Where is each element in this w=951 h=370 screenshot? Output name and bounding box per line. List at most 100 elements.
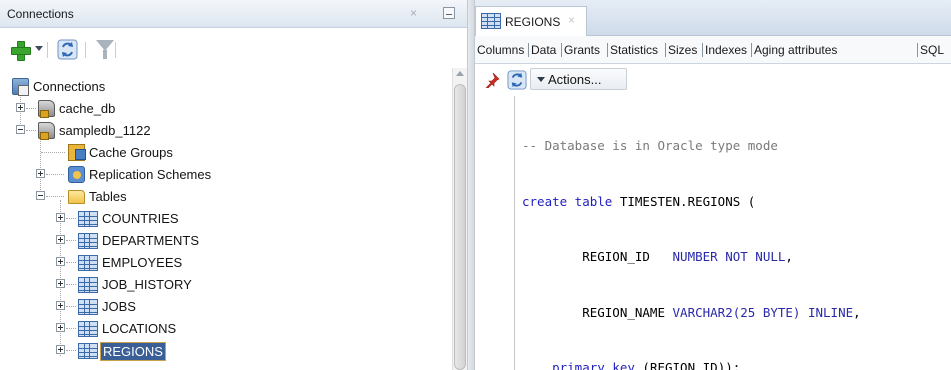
- connections-panel: Connections × Connections cache_db sampl…: [0, 0, 467, 370]
- tree-item-label: REGIONS: [100, 342, 166, 361]
- tree-guide-line: [26, 130, 36, 131]
- tab-grants[interactable]: Grants: [564, 43, 600, 57]
- close-panel-icon[interactable]: ×: [410, 6, 417, 20]
- tree-item-replication-schemes[interactable]: Replication Schemes: [0, 164, 452, 186]
- tab-sql[interactable]: SQL: [920, 43, 944, 57]
- toolbar-divider: [115, 42, 116, 58]
- tab-divider: [702, 43, 703, 57]
- actions-label: Actions...: [548, 72, 602, 87]
- object-editor: REGIONS × Columns Data Grants Statistics…: [475, 0, 951, 370]
- minimize-panel-icon[interactable]: [443, 7, 455, 19]
- tree-item-table[interactable]: EMPLOYEES: [0, 252, 452, 274]
- chevron-down-icon: [537, 77, 545, 82]
- table-icon: [78, 277, 98, 293]
- collapse-icon[interactable]: [16, 125, 25, 134]
- tree-scrollbar[interactable]: [452, 68, 467, 370]
- table-icon: [78, 321, 98, 337]
- expand-icon[interactable]: [56, 301, 65, 310]
- tree-guide-line: [66, 350, 76, 351]
- refresh-icon[interactable]: [57, 39, 78, 60]
- tree-item-table[interactable]: DEPARTMENTS: [0, 230, 452, 252]
- table-icon: [78, 233, 98, 249]
- tab-divider: [607, 43, 608, 57]
- editor-gutter: [475, 96, 515, 370]
- tab-indexes[interactable]: Indexes: [705, 43, 747, 57]
- plus-icon[interactable]: [11, 41, 31, 61]
- tree-item-label: EMPLOYEES: [102, 255, 183, 270]
- tab-statistics[interactable]: Statistics: [610, 43, 658, 57]
- tree-item-label: Tables: [89, 189, 127, 204]
- toolbar-divider: [47, 42, 48, 58]
- tree-item-label: sampledb_1122: [59, 123, 151, 138]
- tree-item-label: COUNTRIES: [102, 211, 179, 226]
- tab-sizes[interactable]: Sizes: [668, 43, 697, 57]
- tree-item-table[interactable]: JOB_HISTORY: [0, 274, 452, 296]
- actions-button[interactable]: Actions...: [530, 68, 627, 90]
- tree-item-label: cache_db: [59, 101, 116, 116]
- tab-divider: [528, 43, 529, 57]
- tree-item-sampledb[interactable]: sampledb_1122: [0, 120, 452, 142]
- tree-item-label: DEPARTMENTS: [102, 233, 200, 248]
- expand-icon[interactable]: [56, 323, 65, 332]
- expand-icon[interactable]: [56, 213, 65, 222]
- tab-regions[interactable]: REGIONS ×: [475, 6, 587, 36]
- expand-icon[interactable]: [36, 169, 45, 178]
- connections-panel-header: Connections ×: [0, 0, 467, 28]
- tree-guide-line: [41, 152, 65, 153]
- folder-icon: [68, 190, 85, 204]
- editor-tab-bar: REGIONS ×: [475, 0, 951, 36]
- table-icon: [78, 211, 98, 227]
- tab-columns[interactable]: Columns: [477, 43, 524, 57]
- tree-item-table[interactable]: JOBS: [0, 296, 452, 318]
- table-icon: [78, 343, 98, 359]
- tree-guide-line: [66, 218, 76, 219]
- sql-editor[interactable]: -- Database is in Oracle type mode creat…: [522, 100, 951, 370]
- scroll-up-icon[interactable]: [456, 71, 464, 76]
- tab-label: REGIONS: [505, 15, 561, 29]
- tree-item-cache-groups[interactable]: Cache Groups: [0, 142, 452, 164]
- tree-item-table[interactable]: LOCATIONS: [0, 318, 452, 340]
- tree-guide-line: [66, 306, 76, 307]
- close-tab-icon[interactable]: ×: [568, 13, 575, 27]
- sql-line: REGION_ID NUMBER NOT NULL,: [522, 249, 793, 264]
- tree-guide-line: [46, 174, 64, 175]
- expand-icon[interactable]: [56, 257, 65, 266]
- table-icon: [78, 299, 98, 315]
- tree-guide-line: [26, 108, 36, 109]
- connections-tree: Connections cache_db sampledb_1122 Cache…: [0, 68, 452, 370]
- database-connection-icon: [38, 100, 55, 118]
- chevron-down-icon[interactable]: [35, 46, 43, 51]
- tree-guide-line: [66, 328, 76, 329]
- tree-root-connections[interactable]: Connections: [0, 76, 452, 98]
- expand-icon[interactable]: [56, 345, 65, 354]
- panel-title: Connections: [7, 7, 74, 21]
- database-connection-icon: [38, 122, 55, 140]
- connections-icon: [12, 78, 29, 96]
- sql-line: primary key (REGION_ID));: [552, 360, 741, 370]
- table-icon: [78, 255, 98, 271]
- tab-data[interactable]: Data: [531, 43, 556, 57]
- pin-icon[interactable]: [484, 72, 500, 88]
- panel-splitter[interactable]: [467, 0, 475, 370]
- refresh-icon[interactable]: [507, 70, 527, 90]
- tree-item-table-selected[interactable]: REGIONS: [0, 340, 452, 362]
- tab-divider: [917, 43, 918, 57]
- tree-item-label: Replication Schemes: [89, 167, 212, 182]
- scrollbar-thumb[interactable]: [454, 84, 466, 370]
- tree-item-table[interactable]: COUNTRIES: [0, 208, 452, 230]
- collapse-icon[interactable]: [36, 191, 45, 200]
- tab-divider: [665, 43, 666, 57]
- tree-item-label: LOCATIONS: [102, 321, 177, 336]
- replication-schemes-icon: [68, 166, 85, 183]
- expand-icon[interactable]: [56, 279, 65, 288]
- expand-icon[interactable]: [16, 103, 25, 112]
- table-icon: [481, 13, 501, 29]
- tab-aging-attributes[interactable]: Aging attributes: [754, 43, 837, 57]
- editor-subtabs: Columns Data Grants Statistics Sizes Ind…: [475, 36, 951, 64]
- expand-icon[interactable]: [56, 235, 65, 244]
- filter-icon[interactable]: [96, 40, 114, 59]
- tree-item-cache-db[interactable]: cache_db: [0, 98, 452, 120]
- tree-guide-line: [46, 196, 64, 197]
- tree-item-tables[interactable]: Tables: [0, 186, 452, 208]
- tree-item-label: Cache Groups: [89, 145, 173, 160]
